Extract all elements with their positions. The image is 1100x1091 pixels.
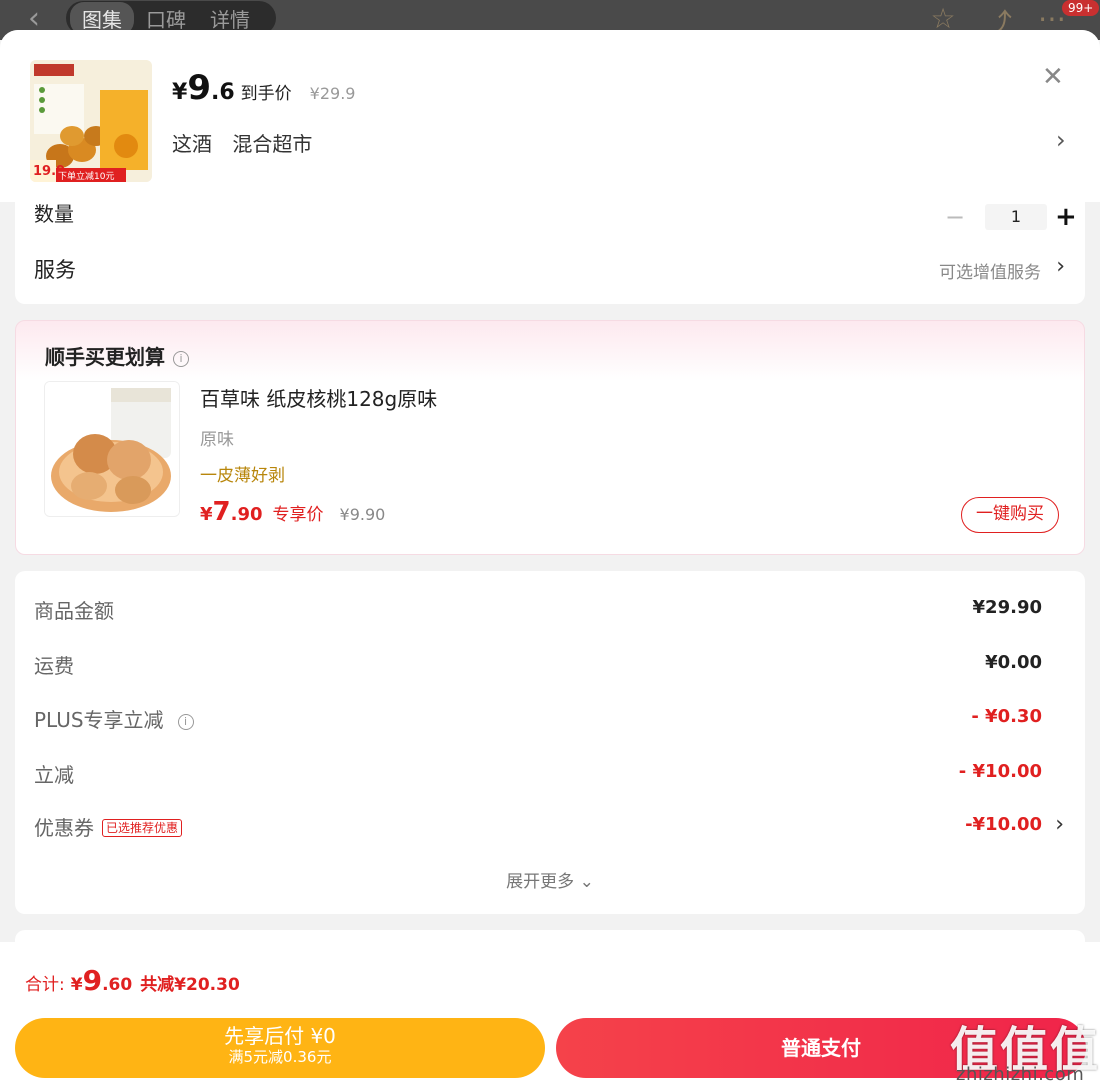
bundle-product-slogan: 一皮薄好剥 bbox=[200, 466, 285, 486]
coupon-row[interactable]: 优惠券 已选推荐优惠 -¥10.00 › bbox=[34, 812, 1064, 842]
quantity-label: 数量 bbox=[34, 202, 74, 226]
summary-row: 立减 - ¥10.00 bbox=[34, 759, 1064, 789]
product-price: ¥ 9 .6 到手价 ¥29.9 bbox=[172, 68, 355, 108]
quantity-value[interactable]: 1 bbox=[985, 204, 1047, 230]
expand-more-label: 展开更多 bbox=[506, 872, 575, 892]
one-click-buy-button[interactable]: 一键购买 bbox=[961, 497, 1059, 533]
message-badge: 99+ bbox=[1062, 0, 1100, 16]
info-icon[interactable]: i bbox=[177, 714, 194, 730]
summary-label-with-info: PLUS专享立减 i bbox=[34, 704, 194, 733]
summary-value: - ¥0.30 bbox=[971, 706, 1042, 727]
bundle-product-image[interactable] bbox=[44, 381, 180, 517]
bundle-title-text: 顺手买更划算 bbox=[45, 345, 165, 369]
quantity-stepper: − 1 + bbox=[945, 202, 1077, 232]
summary-label: 立减 bbox=[34, 763, 74, 787]
purchase-sheet: 19.9 下单立减10元 ¥ 9 .6 到手价 ¥29.9 这酒 混合超市 ✕ … bbox=[0, 30, 1100, 1091]
tab-details[interactable]: 详情 bbox=[198, 4, 262, 33]
bundle-price-symbol: ¥ bbox=[200, 504, 213, 525]
pay-later-title: 先享后付 ¥0 bbox=[224, 1024, 336, 1048]
bottom-action-bar: 合计: ¥ 9 .60 共减¥20.30 先享后付 ¥0 满5元减0.36元 普… bbox=[0, 942, 1100, 1091]
minus-icon[interactable]: − bbox=[945, 203, 965, 231]
service-label: 服务 bbox=[34, 258, 76, 282]
bundle-title: 顺手买更划算 i bbox=[45, 341, 189, 370]
summary-label-with-tag: 优惠券 已选推荐优惠 bbox=[34, 812, 183, 841]
chevron-right-icon[interactable]: › bbox=[1056, 254, 1065, 279]
summary-label: PLUS专享立减 bbox=[34, 708, 164, 732]
summary-label: 优惠券 bbox=[34, 816, 94, 840]
chevron-right-icon[interactable]: › bbox=[1055, 812, 1064, 837]
quantity-service-card: 数量 − 1 + 服务 可选增值服务 › bbox=[15, 202, 1085, 304]
bundle-price-decimal: .90 bbox=[230, 504, 263, 525]
coupon-tag: 已选推荐优惠 bbox=[102, 819, 183, 837]
tab-reviews[interactable]: 口碑 bbox=[134, 4, 198, 33]
summary-value: ¥29.90 bbox=[972, 597, 1042, 618]
close-icon[interactable]: ✕ bbox=[1042, 62, 1064, 92]
expand-more-button[interactable]: 展开更多 ⌄ bbox=[15, 867, 1085, 892]
service-value[interactable]: 可选增值服务 bbox=[939, 258, 1041, 283]
price-summary-card: 商品金额 ¥29.90 运费 ¥0.00 PLUS专享立减 i - ¥0.30 立… bbox=[15, 571, 1085, 914]
total-saving: 共减¥20.30 bbox=[140, 975, 240, 995]
product-image: 19.9 下单立减10元 bbox=[30, 60, 152, 182]
image-badge-text: 下单立减10元 bbox=[58, 172, 115, 182]
chevron-right-icon[interactable]: › bbox=[1056, 126, 1066, 154]
plus-icon[interactable]: + bbox=[1055, 202, 1077, 232]
summary-row: PLUS专享立减 i - ¥0.30 bbox=[34, 704, 1064, 734]
watermark-domain: zhizhizhi.com bbox=[956, 1064, 1085, 1085]
pay-later-subtitle: 满5元减0.36元 bbox=[228, 1048, 332, 1066]
spec-item: 混合超市 bbox=[232, 132, 313, 156]
summary-label: 运费 bbox=[34, 654, 74, 678]
bundle-offer-card: 顺手买更划算 i 百草味 纸皮核桃128g原味 原味 一皮薄好剥 ¥ 7 .90 … bbox=[15, 320, 1085, 555]
total-decimal: .60 bbox=[102, 975, 133, 995]
bundle-price-label: 专享价 bbox=[272, 505, 324, 525]
summary-value: - ¥10.00 bbox=[958, 761, 1042, 782]
info-icon[interactable]: i bbox=[173, 351, 189, 367]
product-header: 19.9 下单立减10元 ¥ 9 .6 到手价 ¥29.9 这酒 混合超市 ✕ … bbox=[0, 30, 1100, 202]
pay-later-button[interactable]: 先享后付 ¥0 满5元减0.36元 bbox=[15, 1018, 545, 1078]
chevron-down-icon: ⌄ bbox=[574, 872, 594, 892]
price-decimal: .6 bbox=[210, 80, 235, 105]
order-total: 合计: ¥ 9 .60 共减¥20.30 bbox=[25, 964, 240, 997]
total-symbol: ¥ bbox=[70, 975, 83, 995]
summary-row: 商品金额 ¥29.90 bbox=[34, 595, 1064, 625]
selected-spec[interactable]: 这酒 混合超市 bbox=[172, 128, 326, 157]
bundle-product-name[interactable]: 百草味 纸皮核桃128g原味 bbox=[200, 383, 437, 412]
total-integer: 9 bbox=[82, 964, 103, 997]
bundle-product-flavor: 原味 bbox=[200, 430, 234, 450]
total-label: 合计: bbox=[25, 975, 65, 995]
watermark: 值值值 zhizhizhi.com bbox=[950, 1010, 1100, 1091]
original-price: ¥29.9 bbox=[309, 84, 356, 103]
summary-label: 商品金额 bbox=[34, 599, 114, 623]
price-symbol: ¥ bbox=[172, 80, 188, 105]
bundle-original-price: ¥9.90 bbox=[339, 505, 386, 524]
summary-value: -¥10.00 bbox=[965, 814, 1042, 835]
summary-value: ¥0.00 bbox=[985, 652, 1042, 673]
price-label: 到手价 bbox=[240, 84, 292, 104]
bundle-price-integer: 7 bbox=[212, 497, 231, 527]
bundle-price: ¥ 7 .90 专享价 ¥9.90 bbox=[200, 497, 385, 527]
summary-row: 运费 ¥0.00 bbox=[34, 650, 1064, 680]
price-integer: 9 bbox=[187, 68, 211, 108]
spec-item: 这酒 bbox=[172, 132, 212, 156]
